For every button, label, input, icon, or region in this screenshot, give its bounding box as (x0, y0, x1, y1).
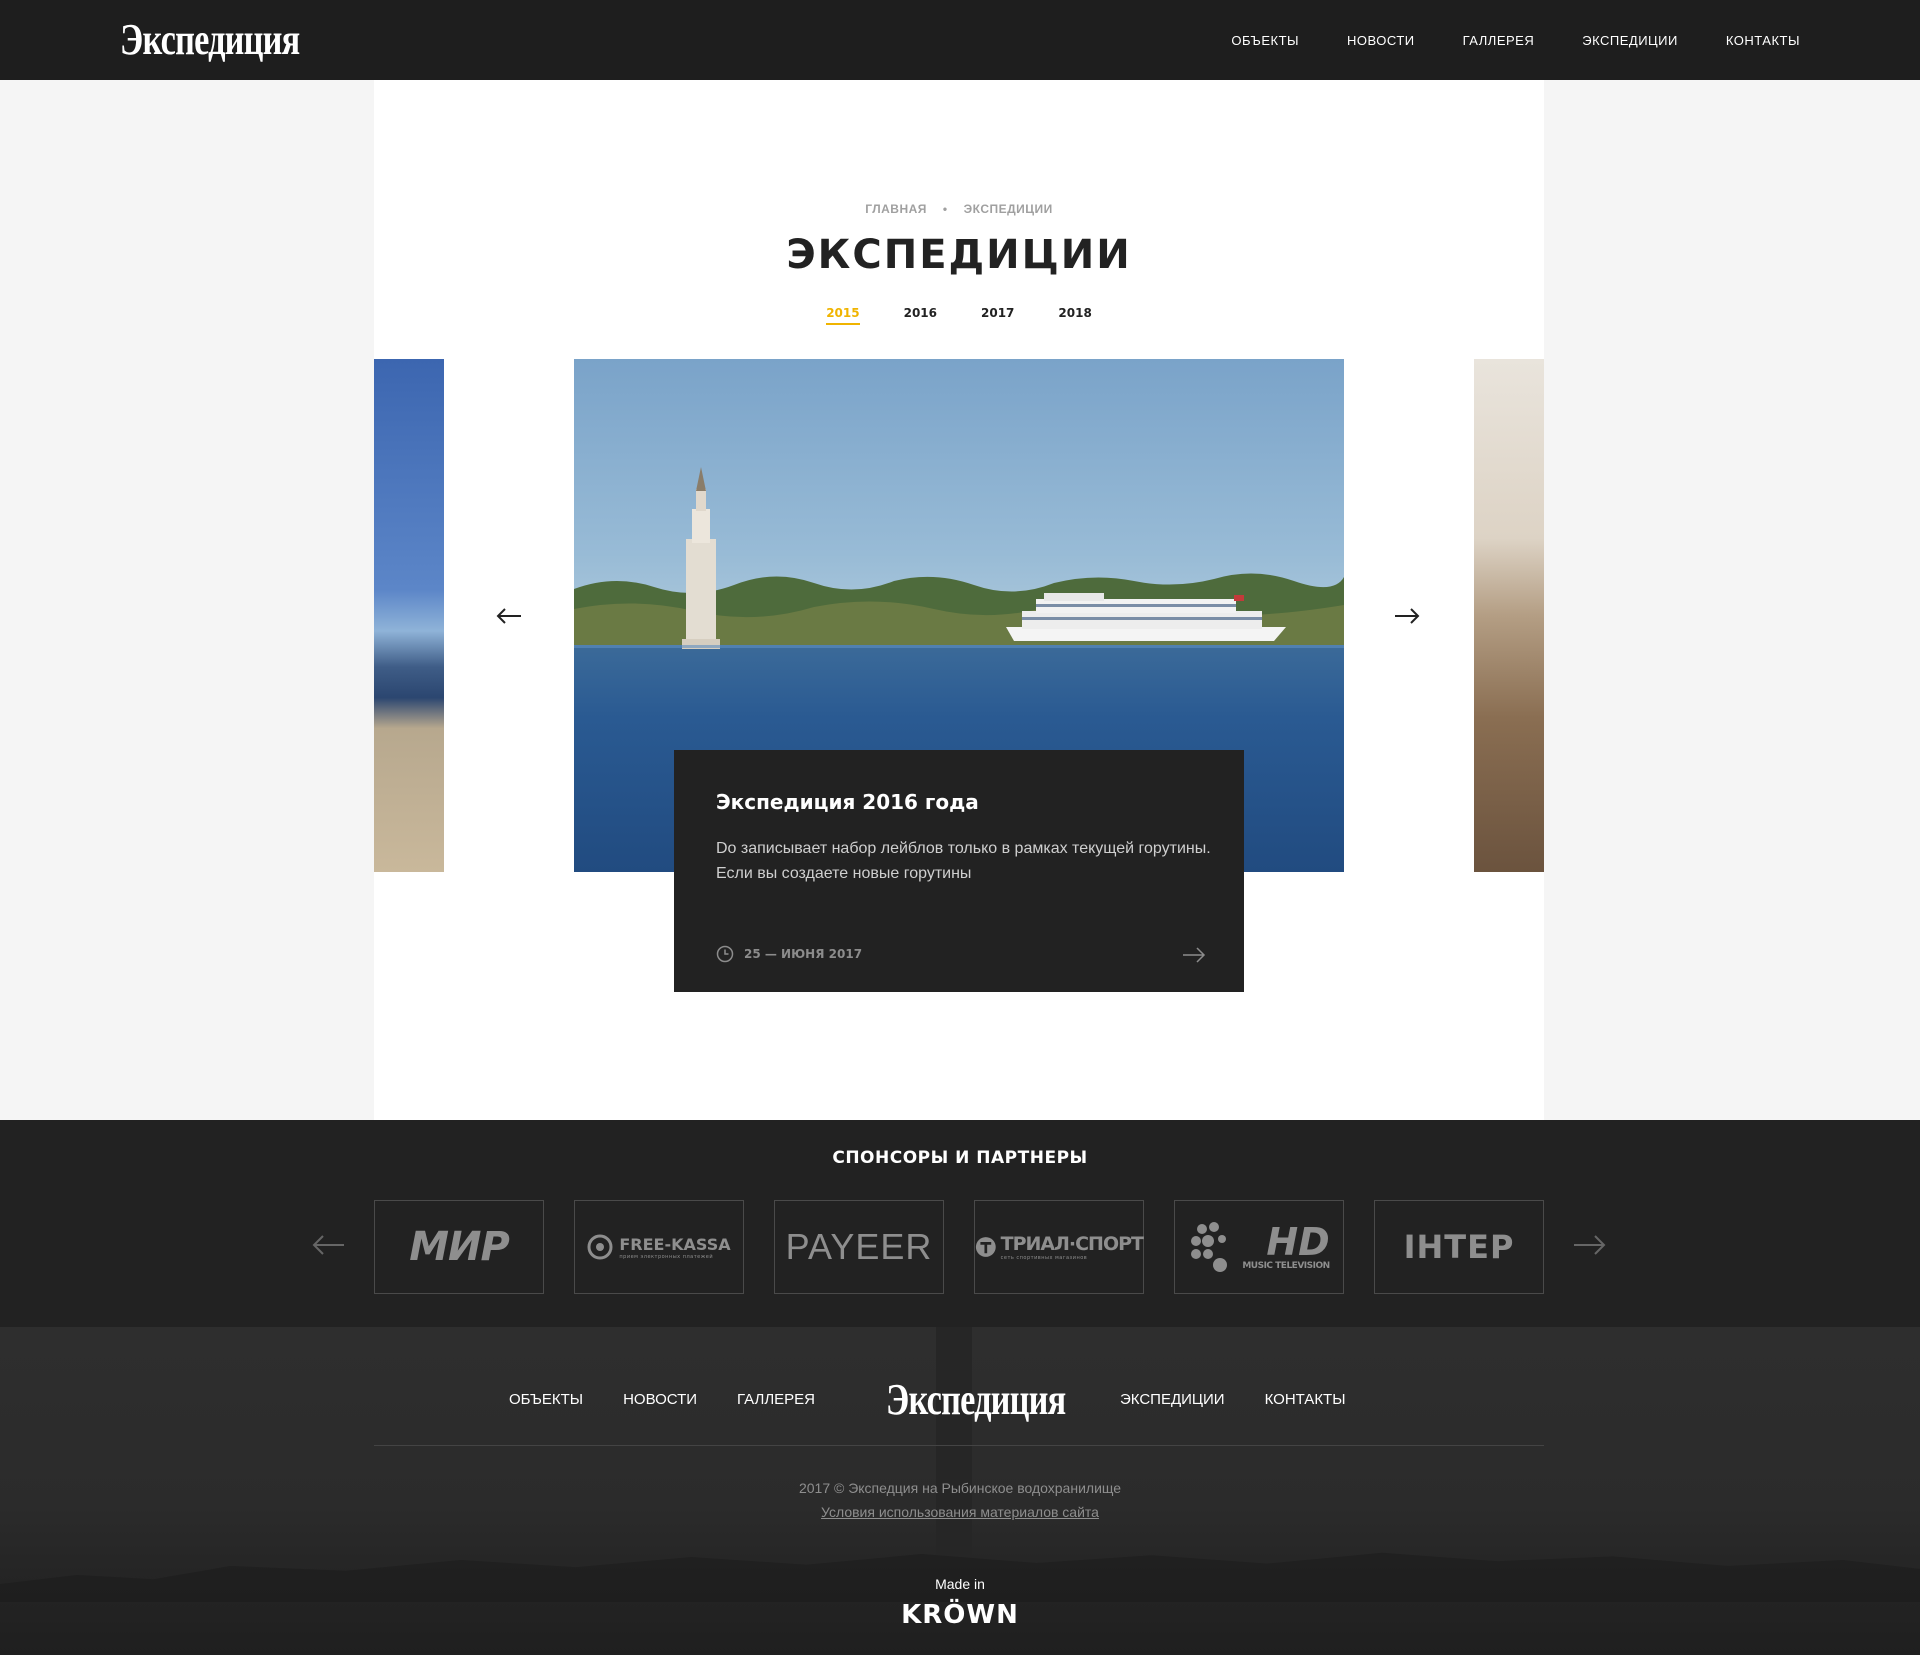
breadcrumb-separator: • (942, 202, 948, 216)
nav-contacts[interactable]: КОНТАКТЫ (1726, 33, 1800, 48)
expedition-card[interactable]: Экспедиция 2016 года Do записывает набор… (674, 750, 1244, 992)
footer-nav-expeditions[interactable]: ЭКСПЕДИЦИИ (1120, 1391, 1225, 1408)
arrow-right-icon (1395, 608, 1420, 624)
sponsor-tagline: MUSIC TELEVISION (1242, 1261, 1330, 1271)
sponsor-tagline: сеть спортивных магазинов (1000, 1255, 1088, 1261)
footer-nav-left: ОБЪЕКТЫ НОВОСТИ ГАЛЛЕРЕЯ (509, 1391, 815, 1408)
sponsor-tagline: прием электронных платежей (619, 1253, 714, 1260)
footer-copyright: 2017 © Экспедция на Рыбинское водохранил… (798, 1480, 1122, 1496)
site-logo[interactable]: Экспедиция (120, 18, 300, 62)
sponsors-section: СПОНСОРЫ И ПАРТНЕРЫ МИР FREE-KASSA прием… (0, 1120, 1920, 1327)
sponsor-name: FREE-KASSA (619, 1234, 731, 1254)
tab-year-2015[interactable]: 2015 (826, 306, 860, 325)
arrow-left-icon (312, 1235, 344, 1255)
site-header: Экспедиция ОБЪЕКТЫ НОВОСТИ ГАЛЛЕРЕЯ ЭКСП… (0, 0, 1920, 80)
nav-news[interactable]: НОВОСТИ (1347, 33, 1415, 48)
slide-prev-preview[interactable] (374, 359, 444, 872)
main-nav: ОБЪЕКТЫ НОВОСТИ ГАЛЛЕРЕЯ ЭКСПЕДИЦИИ КОНТ… (1231, 0, 1800, 80)
footer-logo[interactable]: Экспедиция (886, 1378, 1066, 1422)
arrow-left-icon (496, 608, 521, 624)
footer-nav-right: ЭКСПЕДИЦИИ КОНТАКТЫ (1120, 1391, 1346, 1408)
breadcrumb-home[interactable]: ГЛАВНАЯ (865, 202, 927, 216)
footer-nav-gallery[interactable]: ГАЛЛЕРЕЯ (737, 1391, 815, 1408)
nav-expeditions[interactable]: ЭКСПЕДИЦИИ (1582, 33, 1678, 48)
made-in-label: Made in (935, 1576, 985, 1592)
tab-year-2017[interactable]: 2017 (981, 306, 1014, 325)
sponsor-logos: МИР FREE-KASSA прием электронных платеже… (374, 1200, 1544, 1294)
site-footer: ОБЪЕКТЫ НОВОСТИ ГАЛЛЕРЕЯ Экспедиция ЭКСП… (0, 1327, 1920, 1655)
slider-prev-button[interactable] (495, 606, 523, 626)
sponsor-logo-inter[interactable]: ІНТЕР (1374, 1200, 1544, 1294)
sponsor-logo-mir[interactable]: МИР (374, 1200, 544, 1294)
free-kassa-icon (587, 1234, 613, 1260)
card-more-button[interactable] (1182, 946, 1206, 964)
card-description: Do записывает набор лейблов только в рам… (716, 840, 1211, 882)
tab-year-2018[interactable]: 2018 (1058, 306, 1091, 325)
nav-objects[interactable]: ОБЪЕКТЫ (1231, 33, 1299, 48)
sponsors-next-button[interactable] (1573, 1234, 1607, 1256)
sponsor-logo-hd[interactable]: HD MUSIC TELEVISION (1174, 1200, 1344, 1294)
arrow-right-icon (1183, 947, 1206, 963)
sponsor-logo-trial-sport[interactable]: ТРИАЛ·СПОРТ сеть спортивных магазинов (974, 1200, 1144, 1294)
footer-background-tower (936, 1327, 972, 1567)
terms-link[interactable]: Условия использования материалов сайта (821, 1504, 1099, 1520)
sponsor-name: PAYEER (785, 1226, 933, 1267)
breadcrumb: ГЛАВНАЯ • ЭКСПЕДИЦИИ (374, 202, 1544, 216)
breadcrumb-current: ЭКСПЕДИЦИИ (963, 202, 1053, 216)
card-title[interactable]: Экспедиция 2016 года (716, 790, 979, 814)
clock-icon (716, 945, 734, 963)
sponsor-name: ІНТЕР (1403, 1228, 1515, 1266)
studio-logo[interactable]: KRÖWN (0, 1600, 1920, 1630)
main-content: ГЛАВНАЯ • ЭКСПЕДИЦИИ ЭКСПЕДИЦИИ 2015 2016 … (374, 80, 1544, 1120)
sponsors-title: СПОНСОРЫ И ПАРТНЕРЫ (832, 1148, 1088, 1168)
sponsor-name: HD (1266, 1220, 1330, 1264)
footer-nav-news[interactable]: НОВОСТИ (623, 1391, 697, 1408)
card-date-text: 25 — ИЮНЯ 2017 (744, 947, 863, 961)
slider-next-button[interactable] (1393, 606, 1421, 626)
page-title: ЭКСПЕДИЦИИ (786, 232, 1132, 278)
sponsor-logo-free-kassa[interactable]: FREE-KASSA прием электронных платежей (574, 1200, 744, 1294)
hd-dots-icon (1191, 1222, 1228, 1272)
footer-nav-objects[interactable]: ОБЪЕКТЫ (509, 1391, 583, 1408)
card-date: 25 — ИЮНЯ 2017 (716, 945, 862, 963)
sponsor-name: ТРИАЛ·СПОРТ (1000, 1233, 1144, 1255)
trial-sport-icon (975, 1237, 996, 1257)
sponsor-name: МИР (409, 1224, 510, 1270)
footer-terms: Условия использования материалов сайта (0, 1504, 1920, 1520)
footer-divider (374, 1445, 1544, 1446)
slide-next-preview[interactable] (1474, 359, 1544, 872)
tab-year-2016[interactable]: 2016 (904, 306, 937, 325)
footer-nav-contacts[interactable]: КОНТАКТЫ (1265, 1391, 1346, 1408)
year-tabs: 2015 2016 2017 2018 (374, 306, 1544, 325)
nav-gallery[interactable]: ГАЛЛЕРЕЯ (1463, 33, 1535, 48)
sponsor-logo-payeer[interactable]: PAYEER (774, 1200, 944, 1294)
arrow-right-icon (1574, 1235, 1606, 1255)
sponsors-prev-button[interactable] (311, 1234, 345, 1256)
